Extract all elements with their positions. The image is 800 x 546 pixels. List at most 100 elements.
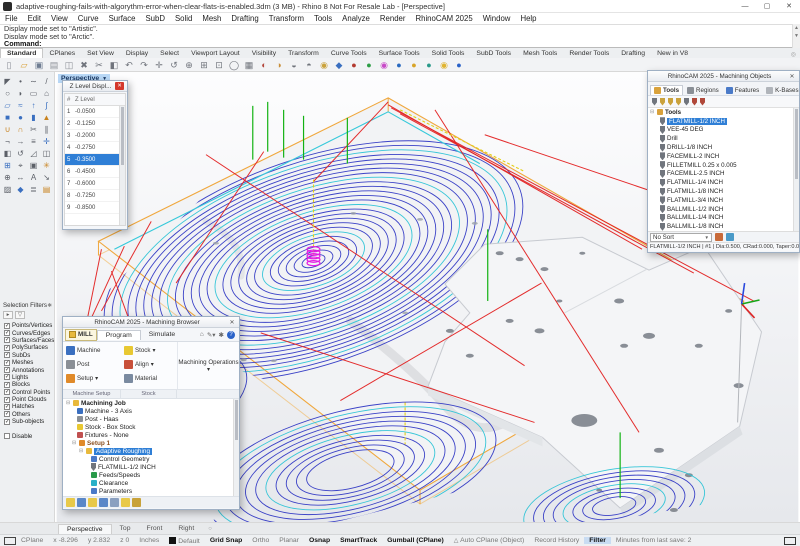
- menu-subd[interactable]: SubD: [140, 14, 170, 23]
- palette-box-icon[interactable]: ■: [2, 112, 14, 123]
- palette-dimension-icon[interactable]: ↔: [15, 172, 27, 183]
- palette-trim-icon[interactable]: ✂: [28, 124, 40, 135]
- render-globe-icon[interactable]: ●: [392, 59, 406, 71]
- close-icon[interactable]: ✕: [788, 73, 796, 80]
- toolbar-tab-render-tools[interactable]: Render Tools: [563, 49, 615, 58]
- viewport-tab-top[interactable]: Top: [112, 524, 139, 533]
- palette-split-icon[interactable]: ∥: [41, 124, 53, 135]
- toolbar-tab-display[interactable]: Display: [120, 49, 154, 58]
- collapse-icon[interactable]: ⊟: [66, 400, 71, 406]
- delete-tool-icon[interactable]: [692, 98, 697, 106]
- filter-sub-objects[interactable]: ✓Sub-objects: [0, 418, 55, 425]
- save-file-icon[interactable]: ▣: [32, 59, 46, 71]
- pan-view-icon[interactable]: ✛: [152, 59, 166, 71]
- tab-features[interactable]: Features: [723, 86, 762, 95]
- palette-hatch-icon[interactable]: ▨: [2, 184, 14, 195]
- viewport-tab-front[interactable]: Front: [138, 524, 170, 533]
- sort-tools-icon[interactable]: [715, 233, 723, 241]
- menu-help[interactable]: Help: [515, 14, 541, 23]
- tools-root[interactable]: ⊟Tools: [648, 108, 799, 117]
- palette-text-icon[interactable]: A: [28, 172, 40, 183]
- filter-disable[interactable]: Disable: [0, 432, 55, 439]
- palette-polygon-icon[interactable]: ⌂: [41, 88, 53, 99]
- toolbar-options-icon[interactable]: ◎: [791, 51, 796, 58]
- toolbar-tab-solid-tools[interactable]: Solid Tools: [426, 49, 471, 58]
- shop-doc-icon[interactable]: [99, 498, 108, 507]
- filters-cursor-tab-icon[interactable]: ▸: [3, 311, 13, 319]
- z-level-table[interactable]: #Z Level 1-0.0500 2-0.1250 3-0.2000 4-0.…: [64, 93, 126, 226]
- palette-join-icon[interactable]: ⊕: [2, 172, 14, 183]
- palette-offset-icon[interactable]: ≡: [28, 136, 40, 147]
- regenerate-icon[interactable]: [66, 498, 75, 507]
- toolbar-tab-visibility[interactable]: Visibility: [246, 49, 282, 58]
- render-shaded-icon[interactable]: ●: [347, 59, 361, 71]
- tool-item[interactable]: DRILL-1/8 INCH: [648, 143, 799, 152]
- z-level-row[interactable]: 2-0.1250: [65, 118, 125, 130]
- toolbar-tab-drafting[interactable]: Drafting: [615, 49, 651, 58]
- sun-icon[interactable]: ◉: [437, 59, 451, 71]
- toolbar-tab-set-view[interactable]: Set View: [81, 49, 120, 58]
- rotate-view-icon[interactable]: ↺: [167, 59, 181, 71]
- ghosted-mode-icon[interactable]: ◓: [302, 59, 316, 71]
- palette-orient-icon[interactable]: ⌖: [15, 160, 27, 171]
- tab-tools[interactable]: Tools: [650, 85, 683, 95]
- palette-arc-icon[interactable]: ◗: [15, 88, 27, 99]
- create-tool-icon[interactable]: [652, 98, 657, 106]
- environment-icon[interactable]: ●: [422, 59, 436, 71]
- palette-fillet-icon[interactable]: ¬: [2, 136, 14, 147]
- tool-info-icon[interactable]: [726, 233, 734, 241]
- z-level-row-selected[interactable]: 5-0.3500: [65, 154, 125, 166]
- cplane-swatch-icon[interactable]: [4, 537, 16, 545]
- edit-tool-icon[interactable]: [660, 98, 665, 106]
- filter-toggle[interactable]: Filter: [584, 537, 611, 544]
- palette-scale-icon[interactable]: ◿: [28, 148, 40, 159]
- new-file-icon[interactable]: ▯: [2, 59, 16, 71]
- palette-explode-icon[interactable]: ✳: [41, 160, 53, 171]
- toolbar-tab-subd-tools[interactable]: SubD Tools: [470, 49, 517, 58]
- lock-icon[interactable]: [121, 498, 130, 507]
- palette-rectangle-icon[interactable]: ▭: [28, 88, 40, 99]
- machining-job-tree[interactable]: ⊟Machining Job Machine - 3 Axis Post - H…: [63, 399, 239, 496]
- palette-cone-icon[interactable]: ▲: [41, 112, 53, 123]
- undo-icon[interactable]: ↶: [122, 59, 136, 71]
- toolbar-tab-standard[interactable]: Standard: [0, 48, 43, 58]
- tool-item[interactable]: FLATMILL-1/4 INCH: [648, 178, 799, 187]
- menu-rhinocam[interactable]: RhinoCAM 2025: [410, 14, 477, 23]
- z-level-row[interactable]: 9-0.8500: [65, 202, 125, 214]
- palette-boolean-union-icon[interactable]: ∪: [2, 124, 14, 135]
- settings-gear-icon[interactable]: ✱: [219, 331, 224, 339]
- filters-funnel-tab-icon[interactable]: ▽: [15, 311, 25, 319]
- toolbar-tab-transform[interactable]: Transform: [282, 49, 325, 58]
- toolbar-tab-surface-tools[interactable]: Surface Tools: [373, 49, 426, 58]
- tree-clearance[interactable]: Clearance: [63, 479, 239, 487]
- material-button[interactable]: Material: [124, 372, 174, 385]
- pen-dropdown-icon[interactable]: ✎▾: [207, 331, 216, 339]
- filter-point-clouds[interactable]: ✓Point Clouds: [0, 396, 55, 403]
- print-icon[interactable]: ▤: [47, 59, 61, 71]
- palette-loft-icon[interactable]: ≈: [15, 100, 27, 111]
- filter-lights[interactable]: ✓Lights: [0, 374, 55, 381]
- palette-layer-icon[interactable]: ≣: [28, 184, 40, 195]
- palette-move-icon[interactable]: ✛: [41, 136, 53, 147]
- toolbar-tab-mesh-tools[interactable]: Mesh Tools: [517, 49, 563, 58]
- palette-sweep-icon[interactable]: ∫: [41, 100, 53, 111]
- menu-transform[interactable]: Transform: [264, 14, 309, 23]
- tab-k-bases[interactable]: K-Bases: [763, 86, 800, 95]
- z-level-row[interactable]: 3-0.2000: [65, 130, 125, 142]
- viewport-tab-right[interactable]: Right: [170, 524, 202, 533]
- palette-extend-icon[interactable]: →: [15, 136, 27, 147]
- z-level-row[interactable]: 8-0.7250: [65, 190, 125, 202]
- filter-annotations[interactable]: ✓Annotations: [0, 366, 55, 373]
- load-tool-icon[interactable]: [684, 98, 689, 106]
- palette-mirror-icon[interactable]: ◫: [41, 148, 53, 159]
- palette-array-icon[interactable]: ⊞: [2, 160, 14, 171]
- close-icon[interactable]: ✕: [228, 319, 236, 326]
- delete-icon[interactable]: ✖: [77, 59, 91, 71]
- object-snap-icon[interactable]: ◉: [317, 59, 331, 71]
- collapse-icon[interactable]: ⊟: [650, 109, 655, 115]
- z-level-row[interactable]: 7-0.6000: [65, 178, 125, 190]
- palette-leader-icon[interactable]: ↘: [41, 172, 53, 183]
- menu-solid[interactable]: Solid: [170, 14, 197, 23]
- color-wheel-icon[interactable]: ◉: [377, 59, 391, 71]
- menu-analyze[interactable]: Analyze: [337, 14, 375, 23]
